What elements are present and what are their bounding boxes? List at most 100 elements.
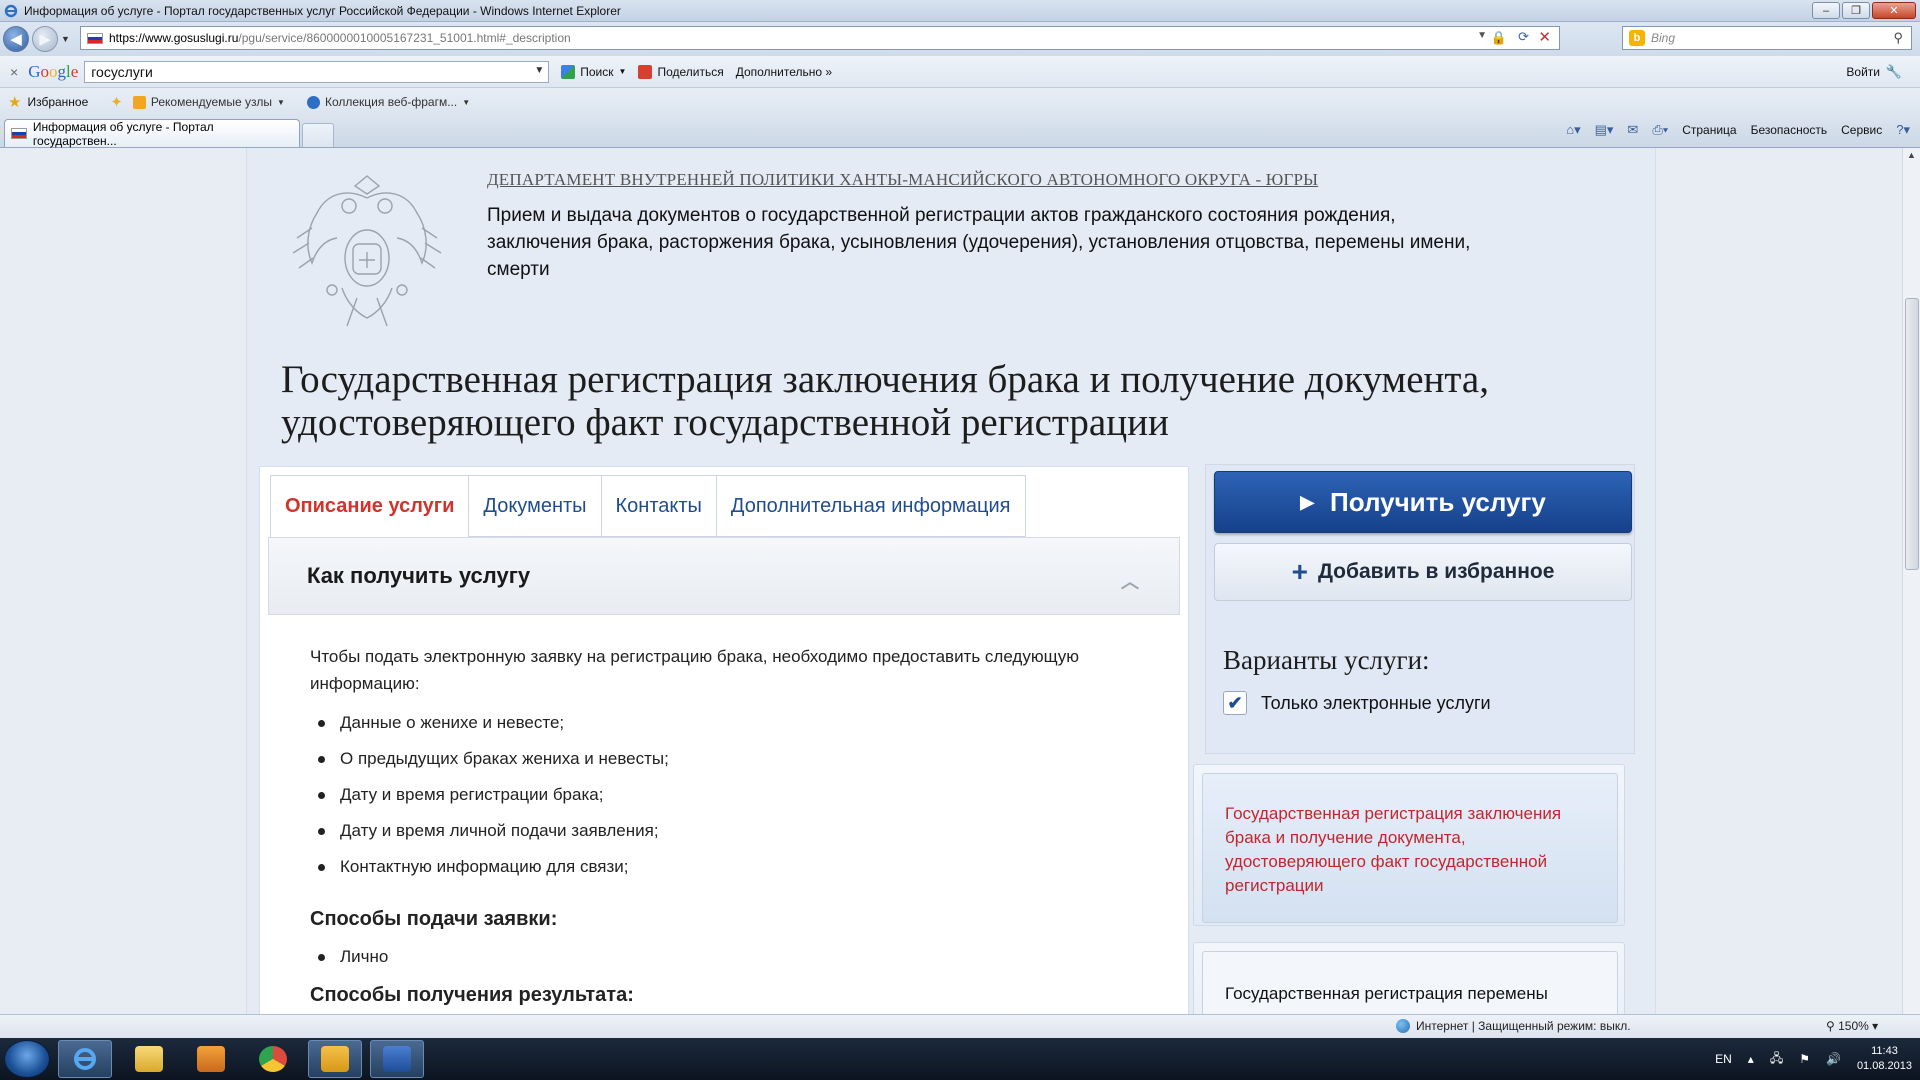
maximize-button[interactable]: ❐ [1842,2,1870,19]
suggested-sites-label: Рекомендуемые узлы [150,95,273,109]
vertical-scrollbar[interactable]: ▲ [1902,148,1920,1014]
zoom-level[interactable]: ⚲ 150% ▾ [1826,1019,1878,1033]
mail-icon[interactable]: ✉ [1627,122,1638,138]
recent-pages-dropdown-icon[interactable]: ▼ [61,34,70,44]
service-variant-name-change[interactable]: Государственная регистрация перемены име… [1202,951,1618,1014]
search-placeholder: Bing [1651,31,1676,45]
security-zone[interactable]: Интернет | Защищенный режим: выкл. [1396,1019,1631,1033]
url-host: https://www.gosuslugi.ru [109,31,239,45]
electronic-only-checkbox[interactable]: ✔ [1223,691,1247,715]
play-arrow-icon: ▶ [1300,491,1315,512]
safety-menu[interactable]: Безопасность [1751,123,1828,137]
web-slice-gallery-link[interactable]: Коллекция веб-фрагм... ▼ [306,95,470,109]
intro-text: Чтобы подать электронную заявку на регис… [310,647,1080,693]
forward-button[interactable]: ▶ [32,26,58,52]
clock-date: 01.08.2013 [1856,1060,1912,1072]
status-bar: Интернет | Защищенный режим: выкл. ⚲ 150… [0,1014,1920,1038]
address-dropdown-icon[interactable]: ▼ [1477,30,1487,41]
word-icon [383,1046,411,1072]
navigation-bar: ◀ ▶ ▼ https://www.gosuslugi.ru/pgu/servi… [0,22,1920,56]
search-icon[interactable]: ⚲ [1893,30,1903,46]
bing-icon: b [1629,30,1645,46]
list-item: Контактную информацию для связи; [310,849,1110,885]
tab-bar: Информация об услуге - Портал государств… [0,116,1920,148]
back-button[interactable]: ◀ [3,26,29,52]
tools-menu[interactable]: Сервис [1841,123,1882,137]
tab-title: Информация об услуге - Портал государств… [32,119,214,148]
browser-tab[interactable]: Информация об услуге - Портал государств… [4,119,300,148]
clock[interactable]: 11:43 01.08.2013 [1857,1044,1912,1074]
new-tab-button[interactable] [302,123,334,147]
add-to-favorites-bar-icon[interactable]: ✦ [110,93,123,111]
close-toolbar-icon[interactable]: × [10,64,18,80]
taskbar-outlook[interactable] [308,1040,362,1078]
tab-contacts[interactable]: Контакты [601,475,717,537]
tray-expand-icon[interactable]: ▴ [1748,1052,1754,1066]
login-link[interactable]: Войти [1846,65,1880,79]
taskbar-word[interactable] [370,1040,424,1078]
add-to-favorites-button[interactable]: + Добавить в избранное [1214,543,1632,601]
address-bar[interactable]: https://www.gosuslugi.ru/pgu/service/860… [80,26,1560,50]
required-info-list: Данные о женихе и невесте; О предыдущих … [310,705,1110,885]
print-icon[interactable]: ⎙▾ [1652,122,1668,138]
scroll-up-icon[interactable]: ▲ [1907,150,1916,160]
home-icon[interactable]: ⌂▾ [1566,122,1580,138]
lock-icon[interactable]: 🔒 [1491,30,1507,46]
taskbar-chrome[interactable] [246,1040,300,1078]
site-flag-icon [87,32,103,44]
wrench-icon[interactable]: 🔧 [1886,64,1902,80]
google-dropdown-icon[interactable]: ▼ [534,65,544,76]
how-to-get-accordion[interactable]: Как получить услугу ︿ [268,537,1180,615]
more-button[interactable]: Дополнительно » [736,65,832,79]
start-button[interactable] [4,1040,50,1078]
google-logo[interactable]: Google [28,62,78,82]
suggested-sites-link[interactable]: Рекомендуемые узлы ▼ [132,95,285,109]
favorites-button[interactable]: ★ Избранное [8,93,88,111]
network-icon[interactable]: 🖧 [1770,1049,1783,1070]
google-search-button[interactable]: Поиск ▼ [561,64,626,79]
service-variant-card[interactable]: Государственная регистрация перемены име… [1193,942,1625,1014]
refresh-icon[interactable]: ⟳ [1518,29,1529,45]
feeds-icon[interactable]: ▤▾ [1595,122,1614,138]
minimize-button[interactable]: – [1812,2,1840,19]
window-title-bar: Информация об услуге - Портал государств… [0,0,1920,22]
share-button[interactable]: Поделиться [638,64,724,79]
favorites-bar: ★ Избранное ✦ Рекомендуемые узлы ▼ Коллек… [0,88,1920,116]
service-variant-card[interactable]: Государственная регистрация заключения б… [1193,764,1625,926]
security-zone-label: Интернет | Защищенный режим: выкл. [1416,1019,1631,1033]
share-icon [638,64,653,79]
electronic-only-filter[interactable]: ✔ Только электронные услуги [1223,691,1491,715]
taskbar-media-player[interactable] [184,1040,238,1078]
action-center-icon[interactable]: ⚑ [1799,1052,1810,1066]
service-actions-card: ▶ Получить услугу + Добавить в избранное… [1205,464,1635,754]
google-search-input[interactable]: госуслуги ▼ [84,60,550,83]
taskbar-explorer[interactable] [122,1040,176,1078]
command-bar: ⌂▾ ▤▾ ✉ ⎙▾ Страница Безопасность Сервис … [1566,122,1910,138]
tab-description[interactable]: Описание услуги [270,475,470,537]
suggested-sites-icon [132,95,146,109]
web-slice-label: Коллекция веб-фрагм... [324,95,458,109]
get-service-button[interactable]: ▶ Получить услугу [1214,471,1632,533]
language-indicator[interactable]: EN [1715,1052,1732,1066]
service-category-description: Прием и выдача документов о государствен… [487,205,1471,280]
chevron-up-icon[interactable]: ︿ [1121,568,1139,594]
more-label: Дополнительно » [735,64,833,79]
ie-icon [74,1048,96,1070]
taskbar-ie[interactable] [58,1040,112,1078]
service-tabs: Описание услуги Документы Контакты Допол… [270,475,1026,537]
list-item: О предыдущих браках жениха и невесты; [310,741,1110,777]
tab-documents[interactable]: Документы [469,475,602,537]
scrollbar-thumb[interactable] [1905,298,1919,570]
coat-of-arms-emblem [292,175,442,327]
close-window-button[interactable]: ✕ [1872,2,1916,19]
list-item: Дату и время регистрации брака; [310,777,1110,813]
stop-icon[interactable]: ✕ [1538,28,1551,46]
submit-methods-heading: Способы подачи заявки: [310,908,558,930]
volume-icon[interactable]: 🔊 [1826,1052,1841,1066]
tab-additional-info[interactable]: Дополнительная информация [716,475,1026,537]
search-input[interactable]: b Bing ⚲ [1622,26,1912,50]
service-variant-selected[interactable]: Государственная регистрация заключения б… [1202,773,1618,923]
department-link[interactable]: ДЕПАРТАМЕНТ ВНУТРЕННЕЙ ПОЛИТИКИ ХАНТЫ-МА… [487,170,1318,190]
page-menu[interactable]: Страница [1682,123,1736,137]
help-icon[interactable]: ?▾ [1896,122,1910,138]
